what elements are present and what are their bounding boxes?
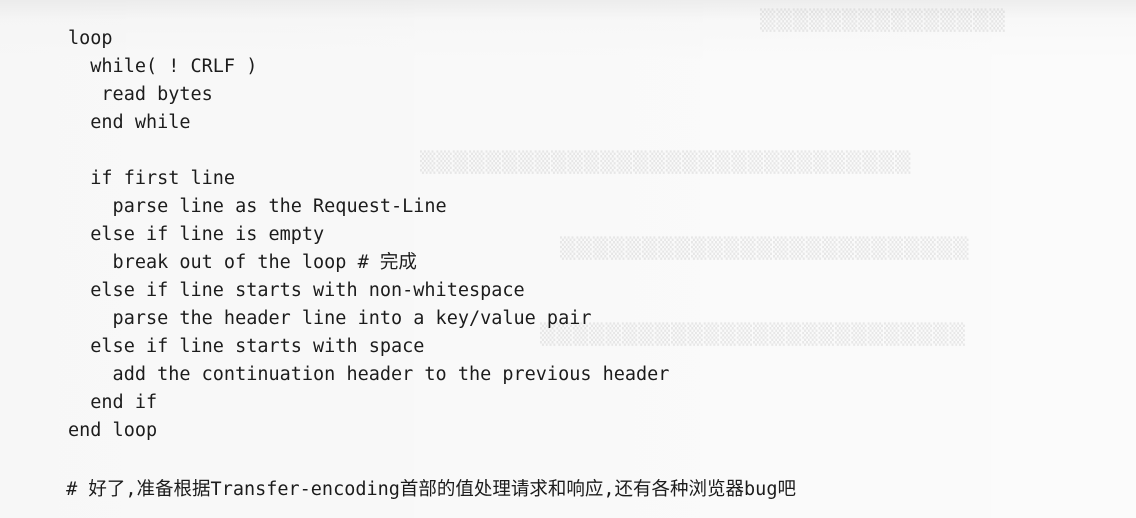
code-comment-line: # 好了,准备根据Transfer-encoding首部的值处理请求和响应,还有… <box>55 479 796 500</box>
code-line: while( ! CRLF ) <box>68 56 258 77</box>
code-line: end loop <box>68 420 158 441</box>
show-through-text: ▒▒▒▒▒▒▒▒▒▒▒▒▒▒▒▒▒▒▒▒▒▒▒▒▒▒ <box>540 322 966 346</box>
code-line: else if line starts with space <box>68 336 425 357</box>
code-line: if first line <box>68 168 236 189</box>
code-line: loop <box>68 28 113 49</box>
code-line: end while <box>68 112 191 133</box>
code-line: end if <box>68 392 158 413</box>
code-line: add the continuation header to the previ… <box>68 364 670 385</box>
code-line: read bytes <box>68 84 213 105</box>
code-line: else if line is empty <box>68 224 325 245</box>
show-through-text: ▒▒▒▒▒▒▒▒▒▒▒▒▒▒▒▒▒▒▒▒▒▒▒▒▒ <box>560 236 970 260</box>
code-line: parse the header line into a key/value p… <box>68 308 592 329</box>
code-line: break out of the loop # 完成 <box>68 252 417 273</box>
show-through-text: ▒▒▒▒▒▒▒▒▒▒▒▒▒▒▒ <box>760 8 1006 32</box>
code-line: else if line starts with non-whitespace <box>68 280 525 301</box>
show-through-text: ▒▒▒▒▒▒▒▒▒▒▒▒▒▒▒▒▒▒▒▒▒▒▒▒▒▒▒▒▒▒ <box>420 150 912 174</box>
code-line: parse line as the Request-Line <box>68 196 447 217</box>
